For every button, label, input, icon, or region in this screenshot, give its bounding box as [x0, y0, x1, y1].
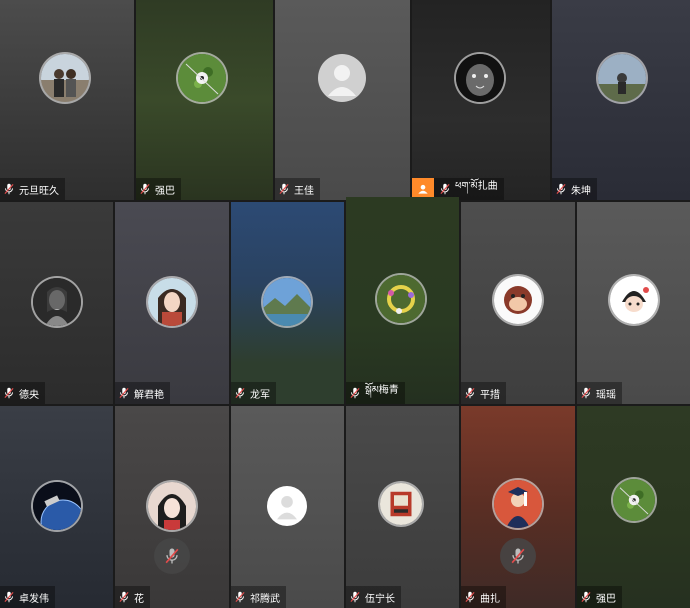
participant-name-label: སྒོམ梅青 — [346, 382, 405, 404]
participant-tile[interactable]: 龙军 — [231, 202, 344, 404]
earth-space-avatar-icon — [33, 482, 81, 530]
mic-off-icon — [438, 182, 452, 196]
mic-off-icon — [117, 386, 131, 400]
anime-portrait-avatar-icon — [148, 482, 196, 530]
participant-tile[interactable]: 瑶瑶 — [577, 202, 690, 404]
poster-avatar-icon — [380, 483, 422, 525]
mic-off-icon — [138, 182, 152, 196]
participant-name-label: 平措 — [461, 382, 506, 404]
participant-tile[interactable]: 祁腾武 — [231, 406, 344, 608]
participant-name: 曲扎 — [480, 593, 500, 605]
participant-name-label: 王佳 — [275, 178, 320, 200]
participant-name-label: 元旦旺久 — [0, 178, 65, 200]
participant-name: 平措 — [480, 389, 500, 401]
landscape-avatar-icon — [263, 278, 311, 326]
mic-off-icon — [277, 182, 291, 196]
grass-ball-avatar-icon — [613, 479, 655, 521]
participant-name: 祁腾武 — [250, 593, 280, 605]
participant-tile[interactable]: 曲扎 — [461, 406, 575, 608]
grass-ball-avatar-icon — [178, 54, 226, 102]
participant-name-label: 曲扎 — [461, 586, 506, 608]
participant-name-label: 龙军 — [231, 382, 276, 404]
mic-off-icon — [348, 386, 362, 400]
participant-name: སྒོམ梅青 — [365, 385, 399, 396]
participant-name: 伍宁长 — [365, 593, 395, 605]
flower-wreath-avatar-icon — [377, 275, 425, 323]
participant-name: 花 — [134, 593, 144, 605]
participant-name: 朱坤 — [571, 185, 591, 197]
outdoor-person-avatar-icon — [598, 54, 646, 102]
participant-name-label: 强巴 — [577, 586, 622, 608]
muted-indicator-icon — [500, 538, 536, 574]
mic-off-icon — [2, 590, 16, 604]
mic-off-icon — [117, 590, 131, 604]
participant-name-label: 强巴 — [136, 178, 181, 200]
mic-off-icon — [233, 590, 247, 604]
default-person-avatar-icon — [267, 486, 307, 526]
participant-tile[interactable]: 伍宁长 — [346, 406, 459, 608]
participant-name-label: 解君艳 — [115, 382, 170, 404]
participant-name-label: 卓发伟 — [0, 586, 55, 608]
default-person-avatar-icon — [318, 54, 366, 102]
participant-tile[interactable]: 朱坤 — [552, 0, 690, 200]
participant-name-label: 瑶瑶 — [577, 382, 622, 404]
participant-tile[interactable]: ཕག་མོ扎曲 — [412, 0, 550, 200]
mic-off-icon — [233, 386, 247, 400]
mic-off-icon — [579, 590, 593, 604]
monkey-cartoon-avatar-icon — [494, 276, 542, 324]
mic-off-icon — [579, 386, 593, 400]
participant-name: 瑶瑶 — [596, 389, 616, 401]
participant-tile[interactable]: 元旦旺久 — [0, 0, 134, 200]
participant-tile[interactable]: 强巴 — [136, 0, 273, 200]
mic-off-icon — [463, 590, 477, 604]
participant-name-label: 德央 — [0, 382, 45, 404]
participant-name-label: 朱坤 — [552, 178, 597, 200]
woman-bw-avatar-icon — [33, 278, 81, 326]
participant-name: 卓发伟 — [19, 593, 49, 605]
cartoon-girl-avatar-icon — [610, 276, 658, 324]
participant-name: 解君艳 — [134, 389, 164, 401]
participant-name-label: 伍宁长 — [346, 586, 401, 608]
participant-name: ཕག་མོ扎曲 — [455, 181, 498, 192]
participant-tile[interactable]: 卓发伟 — [0, 406, 113, 608]
participant-tile[interactable]: སྒོམ梅青 — [346, 197, 459, 404]
mic-off-icon — [348, 590, 362, 604]
participant-tile[interactable]: 王佳 — [275, 0, 410, 200]
participant-name: 龙军 — [250, 389, 270, 401]
couple-photo-avatar-icon — [41, 54, 89, 102]
participant-name: 王佳 — [294, 185, 314, 197]
mic-off-icon — [554, 182, 568, 196]
participant-name: 元旦旺久 — [19, 185, 59, 197]
graduate-avatar-icon — [494, 480, 542, 528]
participant-tile[interactable]: 解君艳 — [115, 202, 229, 404]
participant-tile[interactable]: 平措 — [461, 202, 575, 404]
participant-name: 德央 — [19, 389, 39, 401]
participant-tile[interactable]: 德央 — [0, 202, 113, 404]
participant-name-label: 花 — [115, 586, 150, 608]
participant-tile[interactable]: 花 — [115, 406, 229, 608]
participant-name: 强巴 — [596, 593, 616, 605]
anime-girl-avatar-icon — [148, 278, 196, 326]
mic-off-icon — [463, 386, 477, 400]
mic-off-icon — [2, 386, 16, 400]
mic-off-icon — [2, 182, 16, 196]
participant-tile[interactable]: 强巴 — [577, 406, 690, 608]
muted-indicator-icon — [154, 538, 190, 574]
participant-name-label: 祁腾武 — [231, 586, 286, 608]
tiger-avatar-icon — [456, 54, 504, 102]
participant-name: 强巴 — [155, 185, 175, 197]
